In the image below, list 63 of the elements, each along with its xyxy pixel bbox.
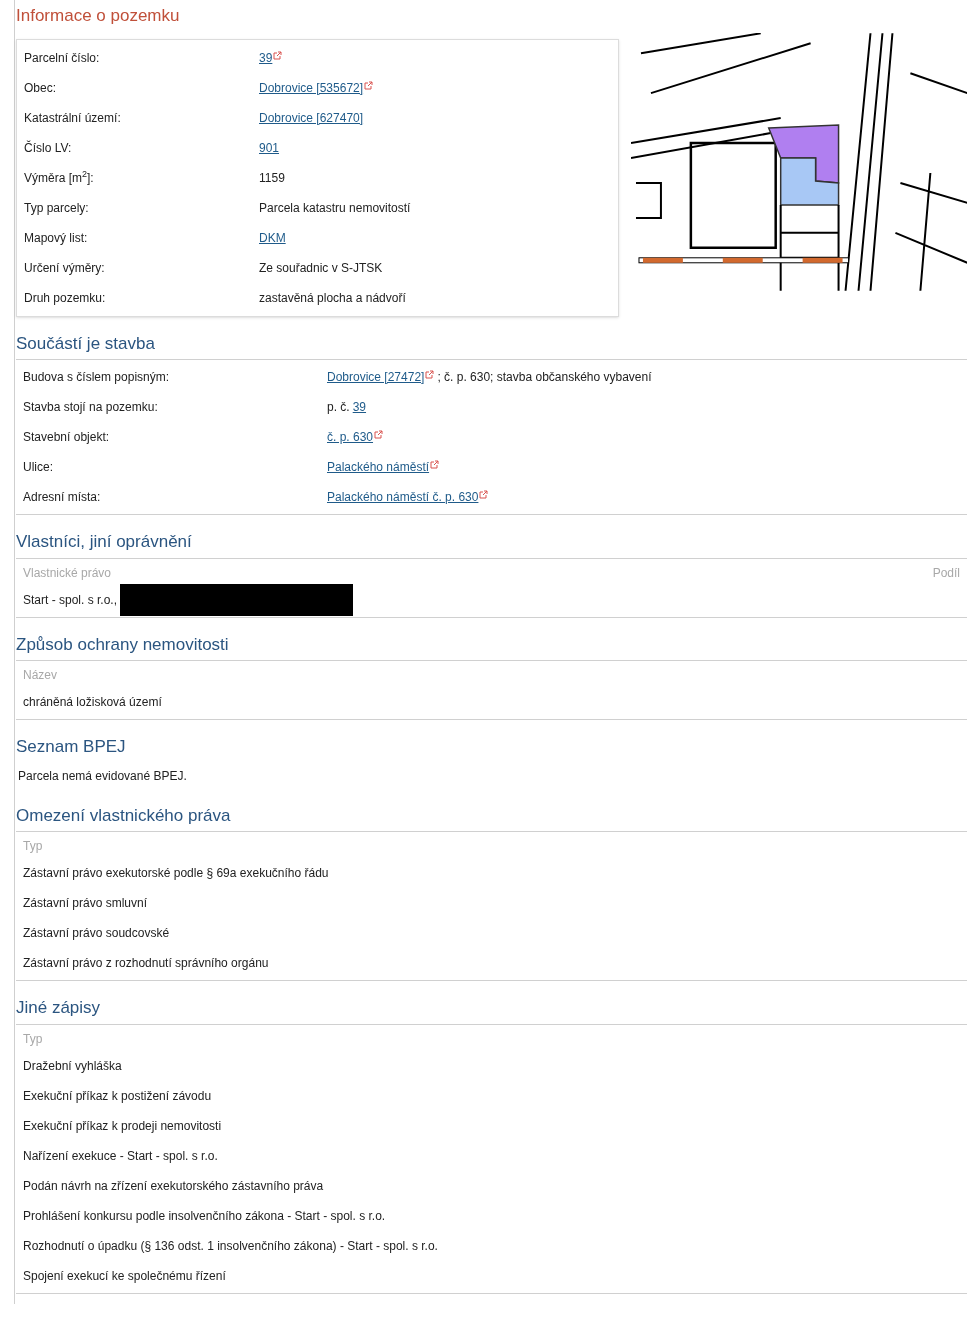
column-header: Vlastnické právo <box>23 564 112 582</box>
table-cell-text: Zástavní právo smluvní <box>23 895 148 912</box>
section-heading: Seznam BPEJ <box>16 736 127 758</box>
link[interactable]: Palackého náměstí <box>327 458 440 476</box>
section-heading: Informace o pozemku <box>16 5 181 27</box>
table-cell-text: Podán návrh na zřízení exekutorského zástavního práva <box>23 1177 324 1195</box>
section-heading: Jiné zápisy <box>16 997 102 1019</box>
column-header: Typ <box>23 1030 43 1048</box>
link[interactable]: 39 <box>259 48 283 67</box>
external-link-icon <box>273 50 283 60</box>
field-label: Adresní místa: <box>23 489 102 506</box>
field-label: Budova s číslem popisným: <box>23 369 171 386</box>
field-label: Číslo LV: <box>24 139 73 157</box>
table-cell-text: Exekuční příkaz k prodeji nemovitosti <box>23 1117 222 1135</box>
value-text: Parcela katastru nemovitostí <box>259 199 411 217</box>
table-cell-text: Dražební vyhláška <box>23 1057 122 1075</box>
column-header: Název <box>23 667 57 684</box>
table-cell-text: Zástavní právo exekutorské podle § 69a exekučního řádu <box>23 865 329 882</box>
link[interactable]: Palackého náměstí č. p. 630 <box>327 488 489 506</box>
value-text: zastavěná plocha a nádvoří <box>259 289 406 307</box>
value-text: ; č. p. 630; stavba občanského vybavení <box>437 369 652 386</box>
field-label: Stavební objekt: <box>23 429 111 446</box>
field-label: Určení výměry: <box>24 259 106 277</box>
external-link-icon <box>430 460 440 469</box>
external-link-icon <box>479 490 489 499</box>
table-cell-text: Exekuční příkaz k postižení závodu <box>23 1087 212 1105</box>
value-text: Ze souřadnic v S-JTSK <box>259 259 383 277</box>
external-link-icon <box>425 370 435 379</box>
column-header: Typ <box>23 838 43 855</box>
section-heading: Vlastníci, jiní oprávnění <box>16 531 193 553</box>
field-label: Obec: <box>24 79 57 97</box>
link[interactable]: 39 <box>352 398 367 416</box>
value-text: 1159 <box>259 169 285 187</box>
external-link-icon <box>374 430 384 439</box>
link[interactable]: 901 <box>259 138 280 157</box>
field-label: Mapový list: <box>24 229 89 247</box>
table-cell-text: Start - spol. s r.o., <box>23 591 118 609</box>
section-heading: Součástí je stavba <box>16 332 156 355</box>
link[interactable]: Dobrovice [27472] <box>327 368 435 386</box>
field-label: Typ parcely: <box>24 199 90 217</box>
section-heading: Omezení vlastnického práva <box>16 804 232 827</box>
table-cell-text: Spojení exekucí ke společnému řízení <box>23 1267 226 1285</box>
section-heading: Způsob ochrany nemovitosti <box>16 633 230 656</box>
link[interactable]: Dobrovice [627470] <box>259 108 364 127</box>
link[interactable]: DKM <box>259 228 286 247</box>
table-cell-text: Rozhodnutí o úpadku (§ 136 odst. 1 insolvenčního zákona) - Start - spol. s r.o. <box>23 1237 438 1255</box>
note-text: Parcela nemá evidované BPEJ. <box>17 767 188 785</box>
link[interactable]: Dobrovice [535672] <box>259 78 374 97</box>
field-label: Stavba stojí na pozemku: <box>23 399 159 416</box>
field-label: Výměra [m$^{2}$]: <box>24 168 95 187</box>
table-cell-text: Zástavní právo soudcovské <box>23 925 170 942</box>
table-cell-text: Nařízení exekuce - Start - spol. s r.o. <box>23 1147 218 1165</box>
table-cell-text: Prohlášení konkursu podle insolvenčního zákona - Start - spol. s r.o. <box>23 1207 386 1225</box>
field-label: Ulice: <box>23 459 54 476</box>
field-label: Druh pozemku: <box>24 289 107 307</box>
field-label: Parcelní číslo: <box>24 49 101 67</box>
field-label: Katastrální území: <box>24 109 122 127</box>
external-link-icon <box>364 80 374 90</box>
column-header: Podíl <box>932 564 960 582</box>
table-cell-text: chráněná ložisková území <box>23 694 162 711</box>
link[interactable]: č. p. 630 <box>327 428 384 446</box>
table-cell-text: Zástavní právo z rozhodnutí správního orgánu <box>23 955 269 972</box>
value-text: p. č. <box>327 399 350 416</box>
